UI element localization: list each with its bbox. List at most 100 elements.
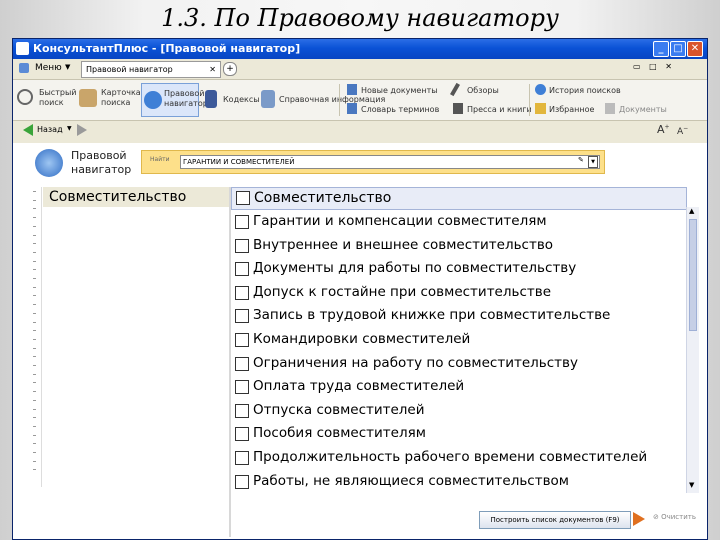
situation-checkbox[interactable] xyxy=(235,215,249,229)
alphabet-mark[interactable] xyxy=(33,330,36,332)
alphabet-mark[interactable] xyxy=(33,399,36,401)
alphabet-index[interactable] xyxy=(13,187,43,487)
alphabet-mark[interactable] xyxy=(33,260,36,262)
situation-row[interactable]: Документы для работы по совместительству xyxy=(231,257,675,280)
situation-row[interactable]: Допуск к гостайне при совместительстве xyxy=(231,281,675,304)
tab-legal-navigator[interactable]: Правовой навигатор ✕ xyxy=(81,61,221,78)
alphabet-mark[interactable] xyxy=(33,278,36,279)
alphabet-mark[interactable] xyxy=(33,208,36,210)
situation-checkbox[interactable] xyxy=(235,403,249,418)
menu-button[interactable]: Меню xyxy=(35,63,62,73)
scroll-down-icon[interactable]: ▼ xyxy=(689,481,694,489)
alphabet-mark[interactable] xyxy=(33,425,36,427)
alphabet-mark[interactable] xyxy=(33,217,36,219)
quick-search-button[interactable]: Быстрый поиск xyxy=(17,83,76,117)
keyword-list[interactable] xyxy=(43,207,229,487)
alphabet-mark[interactable] xyxy=(33,225,36,227)
alphabet-mark[interactable] xyxy=(33,391,36,393)
alphabet-mark[interactable] xyxy=(33,251,36,253)
alphabet-mark[interactable] xyxy=(33,434,36,436)
situation-row[interactable]: Работы, не являющиеся совместительством xyxy=(231,470,675,493)
situation-checkbox[interactable] xyxy=(235,356,249,371)
situation-checkbox[interactable] xyxy=(235,451,249,465)
font-decrease-icon[interactable]: A− xyxy=(677,125,688,137)
tab-close-icon[interactable]: ✕ xyxy=(209,62,216,77)
alphabet-mark[interactable] xyxy=(33,408,36,410)
window-restore-controls[interactable]: ▭ □ ✕ xyxy=(633,62,675,71)
alphabet-mark[interactable] xyxy=(33,452,36,453)
situation-row[interactable]: Пособия совместителям xyxy=(231,422,675,445)
new-docs-button[interactable]: Новые документы xyxy=(347,82,447,98)
reference-button[interactable]: Справочная информация xyxy=(261,90,385,110)
situation-row[interactable]: Оплата труда совместителей xyxy=(231,375,675,398)
alphabet-mark[interactable] xyxy=(33,295,36,297)
documents-button[interactable]: Документы xyxy=(605,101,667,117)
alphabet-mark[interactable] xyxy=(33,373,36,375)
alphabet-mark[interactable] xyxy=(33,199,36,201)
build-list-button[interactable]: Построить список документов (F9) xyxy=(479,511,631,529)
alphabet-mark[interactable] xyxy=(33,234,36,236)
situation-row[interactable]: Продолжительность рабочего времени совме… xyxy=(231,446,675,469)
situation-checkbox[interactable] xyxy=(235,285,249,300)
scroll-thumb[interactable] xyxy=(689,219,697,331)
menu-dropdown-icon[interactable]: ▼ xyxy=(65,63,70,71)
situation-checkbox[interactable] xyxy=(235,380,249,395)
back-dropdown-icon[interactable]: ▼ xyxy=(67,125,72,132)
alphabet-mark[interactable] xyxy=(33,304,36,306)
situation-row[interactable]: Командировки совместителей xyxy=(231,328,675,351)
situation-checkbox[interactable] xyxy=(235,262,249,277)
situation-row[interactable]: Ограничения на работу по совместительств… xyxy=(231,352,675,375)
situation-checkbox[interactable] xyxy=(235,474,249,489)
keyword-selected[interactable]: Совместительство xyxy=(43,187,229,207)
reviews-button[interactable]: Обзоры xyxy=(450,82,523,98)
situation-row[interactable]: Гарантии и компенсации совместителям xyxy=(231,210,675,233)
results-scrollbar[interactable]: ▲ ▼ xyxy=(686,207,699,493)
alphabet-mark[interactable] xyxy=(33,312,36,314)
new-tab-icon[interactable]: + xyxy=(223,62,237,76)
situation-label: Запись в трудовой книжке при совместител… xyxy=(253,307,611,324)
forward-arrow-icon[interactable] xyxy=(77,124,87,136)
alphabet-mark[interactable] xyxy=(33,269,36,271)
alphabet-mark[interactable] xyxy=(33,191,36,192)
card-search-button[interactable]: Карточка поиска xyxy=(79,83,141,117)
search-options-icon[interactable]: ✎ xyxy=(578,156,584,164)
search-dropdown-icon[interactable]: ▼ xyxy=(588,156,598,168)
situation-checkbox[interactable] xyxy=(235,333,249,347)
alphabet-mark[interactable] xyxy=(33,382,36,384)
legal-navigator-button[interactable]: Правовой навигатор xyxy=(141,83,208,117)
back-arrow-icon[interactable] xyxy=(23,124,33,136)
codes-button[interactable]: Кодексы xyxy=(205,90,260,110)
favorites-button[interactable]: Избранное xyxy=(535,101,601,117)
header-checkbox[interactable] xyxy=(236,191,250,205)
alphabet-mark[interactable] xyxy=(33,321,36,323)
close-icon[interactable]: ✕ xyxy=(687,41,703,57)
alphabet-mark[interactable] xyxy=(33,469,36,471)
alphabet-mark[interactable] xyxy=(33,417,36,419)
history-icon xyxy=(535,84,546,95)
alphabet-mark[interactable] xyxy=(33,356,36,358)
maximize-icon[interactable]: □ xyxy=(670,41,686,57)
search-input[interactable]: ГАРАНТИИ И СОВМЕСТИТЕЛЕЙ xyxy=(180,155,600,169)
clear-button[interactable]: ⊘ Очистить xyxy=(653,513,696,521)
build-arrow-icon[interactable] xyxy=(633,512,645,526)
situation-checkbox[interactable] xyxy=(235,309,249,324)
alphabet-mark[interactable] xyxy=(33,460,36,462)
press-button[interactable]: Пресса и книги xyxy=(453,101,532,117)
scroll-up-icon[interactable]: ▲ xyxy=(689,207,694,215)
situation-row[interactable]: Запись в трудовой книжке при совместител… xyxy=(231,304,675,327)
font-increase-icon[interactable]: A+ xyxy=(657,123,670,136)
situation-checkbox[interactable] xyxy=(235,427,249,442)
alphabet-mark[interactable] xyxy=(33,347,36,349)
situation-row[interactable]: Внутреннее и внешнее совместительство xyxy=(231,234,675,257)
alphabet-mark[interactable] xyxy=(33,365,36,366)
alphabet-mark[interactable] xyxy=(33,243,36,245)
alphabet-mark[interactable] xyxy=(33,338,36,340)
dictionary-button[interactable]: Словарь терминов xyxy=(347,101,447,117)
minimize-icon[interactable]: _ xyxy=(653,41,669,57)
alphabet-mark[interactable] xyxy=(33,443,36,445)
situation-row[interactable]: Отпуска совместителей xyxy=(231,399,675,422)
back-button[interactable]: Назад xyxy=(37,125,63,134)
history-button[interactable]: История поисков xyxy=(535,82,621,98)
alphabet-mark[interactable] xyxy=(33,286,36,288)
situation-checkbox[interactable] xyxy=(235,238,249,253)
